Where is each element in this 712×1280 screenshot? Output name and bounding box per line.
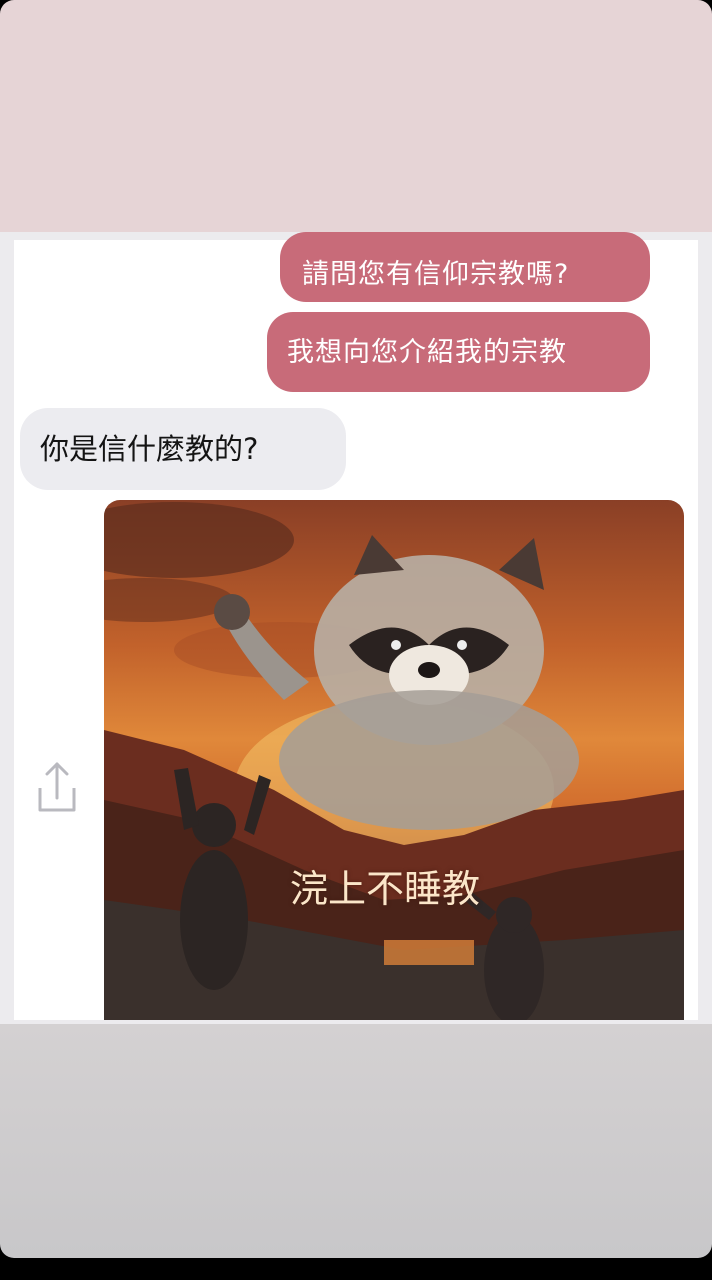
meme-caption: 浣上不睡教	[290, 867, 481, 911]
share-icon[interactable]	[32, 758, 82, 818]
chat-screenshot: 請問您有信仰宗教嗎? 我想向您介紹我的宗教 你是信什麼教的? 浣上不睡教	[0, 232, 712, 1024]
outgoing-message-bubble: 我想向您介紹我的宗教	[267, 312, 650, 392]
message-text: 你是信什麼教的?	[40, 431, 259, 466]
outgoing-message-bubble: 請問您有信仰宗教嗎?	[280, 232, 650, 302]
incoming-message-bubble: 你是信什麼教的?	[20, 408, 346, 490]
bottom-background-band	[0, 1024, 712, 1258]
top-background-band	[0, 0, 712, 232]
message-text: 請問您有信仰宗教嗎?	[302, 258, 570, 290]
chat-window: 請問您有信仰宗教嗎? 我想向您介紹我的宗教 你是信什麼教的? 浣上不睡教	[14, 232, 698, 1020]
meme-illustration	[104, 502, 684, 1020]
message-text: 我想向您介紹我的宗教	[287, 336, 567, 368]
raccoon-meme-image[interactable]: 浣上不睡教	[104, 500, 684, 1020]
